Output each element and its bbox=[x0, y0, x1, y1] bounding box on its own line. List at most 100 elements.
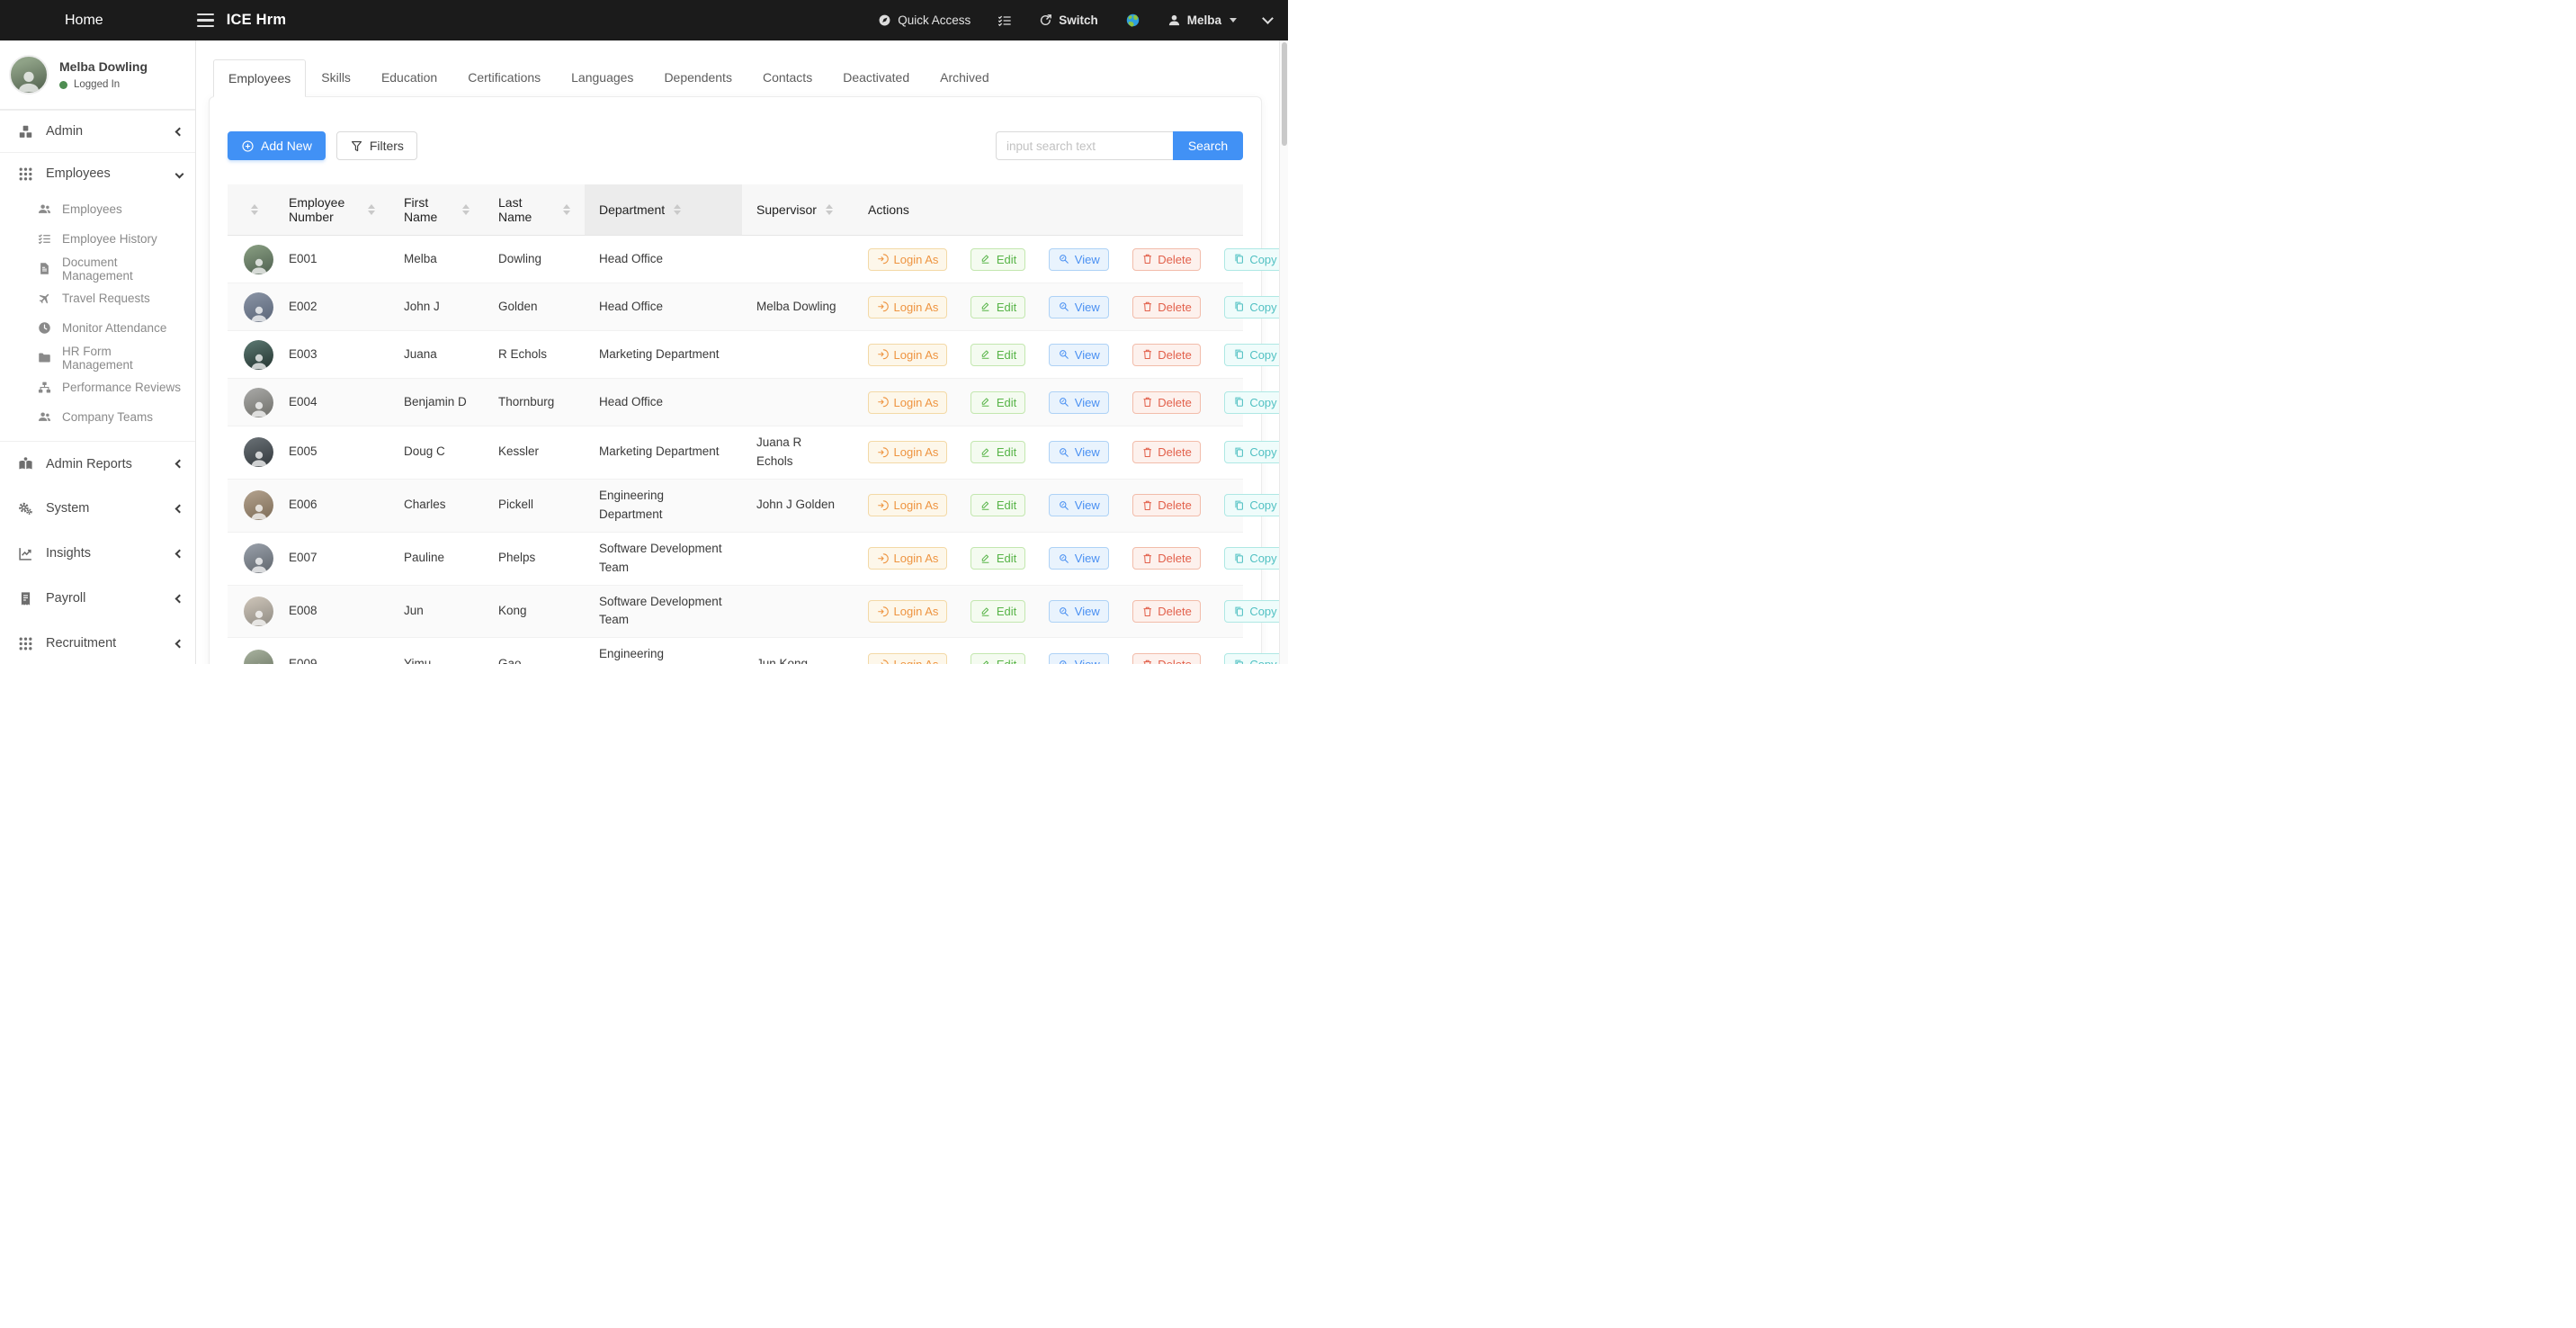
sidebar-item[interactable]: Document Management bbox=[0, 254, 195, 283]
add-new-button[interactable]: Add New bbox=[228, 131, 326, 160]
edit-button[interactable]: Edit bbox=[970, 344, 1025, 366]
sidebar-item[interactable]: Payroll bbox=[0, 576, 195, 621]
view-button[interactable]: View bbox=[1049, 653, 1108, 664]
sidebar-item[interactable]: Recruitment bbox=[0, 621, 195, 664]
column-header[interactable]: Last Name bbox=[484, 184, 585, 236]
delete-button[interactable]: Delete bbox=[1132, 653, 1201, 664]
view-button[interactable]: View bbox=[1049, 547, 1108, 570]
tab[interactable]: Skills bbox=[306, 58, 366, 96]
copy-button[interactable]: Copy bbox=[1224, 391, 1279, 414]
scrollbar-thumb[interactable] bbox=[1282, 42, 1287, 146]
view-button[interactable]: View bbox=[1049, 391, 1108, 414]
tab[interactable]: Deactivated bbox=[827, 58, 925, 96]
column-header[interactable]: First Name bbox=[389, 184, 484, 236]
view-button[interactable]: View bbox=[1049, 600, 1108, 623]
sidebar-item[interactable]: Insights bbox=[0, 531, 195, 576]
user-menu[interactable]: Melba bbox=[1167, 13, 1237, 27]
view-button[interactable]: View bbox=[1049, 494, 1108, 516]
sort-icon[interactable] bbox=[674, 204, 681, 216]
view-button[interactable]: View bbox=[1049, 441, 1108, 463]
column-header[interactable]: Department bbox=[585, 184, 742, 236]
column-header[interactable]: Supervisor bbox=[742, 184, 854, 236]
delete-button[interactable]: Delete bbox=[1132, 600, 1201, 623]
tab[interactable]: Contacts bbox=[747, 58, 827, 96]
tasks-icon[interactable] bbox=[997, 13, 1012, 28]
login-as-button[interactable]: Login As bbox=[868, 653, 947, 664]
delete-button[interactable]: Delete bbox=[1132, 344, 1201, 366]
edit-button[interactable]: Edit bbox=[970, 600, 1025, 623]
home-link[interactable]: Home bbox=[65, 13, 103, 29]
tab[interactable]: Education bbox=[366, 58, 452, 96]
view-button[interactable]: View bbox=[1049, 344, 1108, 366]
edit-button[interactable]: Edit bbox=[970, 653, 1025, 664]
edit-button[interactable]: Edit bbox=[970, 391, 1025, 414]
login-as-button[interactable]: Login As bbox=[868, 391, 947, 414]
filters-button[interactable]: Filters bbox=[336, 131, 417, 160]
sidebar-item[interactable]: Employees bbox=[0, 194, 195, 224]
sidebar-item[interactable]: Admin bbox=[0, 110, 195, 152]
edit-button[interactable]: Edit bbox=[970, 296, 1025, 319]
copy-button[interactable]: Copy bbox=[1224, 441, 1279, 463]
search-button[interactable]: Search bbox=[1173, 131, 1243, 160]
sidebar-item[interactable]: Performance Reviews bbox=[0, 372, 195, 402]
sort-icon[interactable] bbox=[563, 204, 570, 216]
search-input[interactable] bbox=[996, 131, 1173, 160]
delete-button[interactable]: Delete bbox=[1132, 494, 1201, 516]
sort-icon[interactable] bbox=[251, 204, 258, 216]
column-header[interactable]: Employee Number bbox=[274, 184, 389, 236]
delete-button[interactable]: Delete bbox=[1132, 296, 1201, 319]
language-globe-icon[interactable] bbox=[1125, 13, 1140, 28]
profile-avatar[interactable] bbox=[9, 55, 49, 94]
login-as-button[interactable]: Login As bbox=[868, 248, 947, 271]
delete-button[interactable]: Delete bbox=[1132, 441, 1201, 463]
page-scrollbar[interactable] bbox=[1279, 40, 1288, 664]
edit-button[interactable]: Edit bbox=[970, 441, 1025, 463]
sidebar-item[interactable]: Monitor Attendance bbox=[0, 313, 195, 343]
sidebar-item[interactable]: Admin Reports bbox=[0, 441, 195, 486]
login-as-button[interactable]: Login As bbox=[868, 600, 947, 623]
sidebar-item[interactable]: Travel Requests bbox=[0, 283, 195, 313]
delete-button[interactable]: Delete bbox=[1132, 391, 1201, 414]
tab[interactable]: Languages bbox=[556, 58, 648, 96]
view-button[interactable]: View bbox=[1049, 248, 1108, 271]
sidebar-item[interactable]: System bbox=[0, 486, 195, 531]
tab[interactable]: Certifications bbox=[452, 58, 556, 96]
login-as-button[interactable]: Login As bbox=[868, 494, 947, 516]
copy-button[interactable]: Copy bbox=[1224, 248, 1279, 271]
column-header[interactable] bbox=[228, 184, 274, 236]
login-as-button[interactable]: Login As bbox=[868, 296, 947, 319]
row-actions: Login As Edit View bbox=[868, 296, 1229, 319]
copy-button[interactable]: Copy bbox=[1224, 600, 1279, 623]
cell-employee-number: E004 bbox=[274, 379, 389, 426]
login-as-button[interactable]: Login As bbox=[868, 344, 947, 366]
sidebar-item[interactable]: Company Teams bbox=[0, 402, 195, 432]
edit-button[interactable]: Edit bbox=[970, 547, 1025, 570]
tab[interactable]: Employees bbox=[213, 59, 306, 97]
copy-button[interactable]: Copy bbox=[1224, 547, 1279, 570]
sidebar-item[interactable]: Employee History bbox=[0, 224, 195, 254]
sort-icon[interactable] bbox=[462, 204, 470, 216]
edit-button[interactable]: Edit bbox=[970, 494, 1025, 516]
tab[interactable]: Dependents bbox=[648, 58, 747, 96]
sort-icon[interactable] bbox=[826, 204, 833, 216]
copy-button[interactable]: Copy bbox=[1224, 344, 1279, 366]
copy-button[interactable]: Copy bbox=[1224, 296, 1279, 319]
edit-button[interactable]: Edit bbox=[970, 248, 1025, 271]
delete-button[interactable]: Delete bbox=[1132, 248, 1201, 271]
navbar-collapse-chevron-icon[interactable] bbox=[1262, 13, 1274, 24]
login-as-button[interactable]: Login As bbox=[868, 547, 947, 570]
login-as-button[interactable]: Login As bbox=[868, 441, 947, 463]
tab[interactable]: Archived bbox=[925, 58, 1004, 96]
employee-avatar bbox=[244, 490, 273, 520]
copy-button[interactable]: Copy bbox=[1224, 494, 1279, 516]
delete-button[interactable]: Delete bbox=[1132, 547, 1201, 570]
sidebar-item[interactable]: HR Form Management bbox=[0, 343, 195, 372]
sidebar-item[interactable]: Employees bbox=[0, 152, 195, 194]
switch-link[interactable]: Switch bbox=[1039, 13, 1098, 27]
view-button[interactable]: View bbox=[1049, 296, 1108, 319]
quick-access-link[interactable]: Quick Access bbox=[878, 13, 970, 27]
menu-toggle-icon[interactable] bbox=[197, 13, 214, 27]
sort-icon[interactable] bbox=[368, 204, 375, 216]
column-header[interactable]: Actions bbox=[854, 184, 1243, 236]
copy-button[interactable]: Copy bbox=[1224, 653, 1279, 664]
